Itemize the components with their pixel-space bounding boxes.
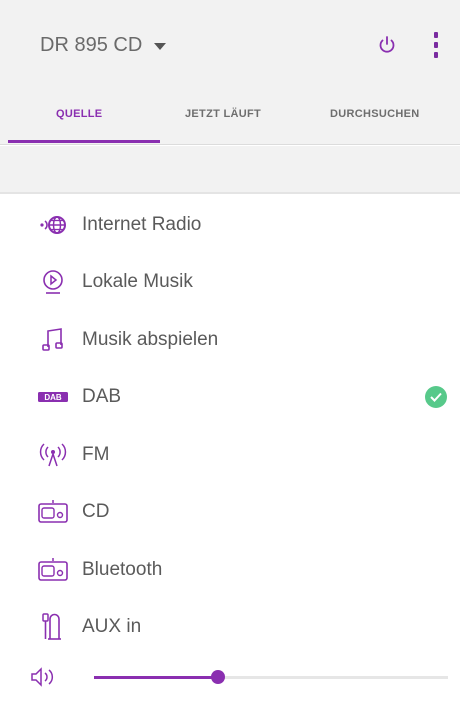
- power-button[interactable]: [375, 33, 399, 57]
- aux-in-icon: [38, 612, 68, 642]
- tab-durchsuchen[interactable]: DURCHSUCHEN: [330, 108, 419, 120]
- bluetooth-player-icon: [38, 555, 68, 585]
- volume-slider[interactable]: [94, 670, 448, 684]
- menu-dot: [434, 42, 438, 48]
- internet-radio-icon: [38, 210, 68, 240]
- power-icon: [379, 36, 395, 53]
- source-list: Internet Radio Lokale Musik Musik abspie…: [0, 196, 460, 656]
- source-label: Bluetooth: [82, 558, 163, 580]
- menu-dot: [434, 32, 438, 38]
- source-fm[interactable]: FM: [0, 426, 460, 484]
- dab-icon: DAB: [38, 382, 68, 412]
- source-label: CD: [82, 501, 110, 523]
- tab-quelle[interactable]: QUELLE: [56, 108, 102, 120]
- fm-icon: [38, 440, 68, 470]
- top-bar: DR 895 CD: [0, 0, 460, 90]
- device-selector[interactable]: DR 895 CD: [40, 34, 167, 57]
- tab-bar: QUELLE JETZT LÄUFT DURCHSUCHEN: [0, 90, 460, 145]
- header-spacer: [0, 146, 460, 194]
- device-name: DR 895 CD: [40, 34, 143, 56]
- source-musik-abspielen[interactable]: Musik abspielen: [0, 311, 460, 369]
- local-music-icon: [38, 267, 68, 297]
- volume-slider-fill: [94, 676, 218, 679]
- music-note-icon: [38, 325, 68, 355]
- source-label: FM: [82, 443, 110, 465]
- cd-player-icon: [38, 497, 68, 527]
- source-aux-in[interactable]: AUX in: [0, 599, 460, 657]
- tab-jetzt-laeuft[interactable]: JETZT LÄUFT: [185, 108, 261, 120]
- menu-dot: [434, 52, 438, 58]
- overflow-menu-button[interactable]: [428, 32, 444, 58]
- volume-icon: [31, 667, 54, 687]
- volume-slider-thumb[interactable]: [210, 670, 225, 684]
- source-label: AUX in: [82, 616, 142, 638]
- source-internet-radio[interactable]: Internet Radio: [0, 196, 460, 254]
- source-bluetooth[interactable]: Bluetooth: [0, 541, 460, 599]
- source-label: DAB: [82, 386, 122, 408]
- active-tab-indicator: [8, 140, 160, 143]
- source-lokale-musik[interactable]: Lokale Musik: [0, 254, 460, 312]
- chevron-down-icon: [154, 43, 167, 50]
- source-label: Musik abspielen: [82, 328, 219, 350]
- selected-check-icon: [425, 386, 447, 409]
- volume-control: [0, 650, 460, 700]
- source-cd[interactable]: CD: [0, 484, 460, 542]
- svg-text:DAB: DAB: [44, 393, 62, 402]
- source-label: Internet Radio: [82, 213, 202, 235]
- source-dab[interactable]: DAB DAB: [0, 369, 460, 427]
- source-label: Lokale Musik: [82, 271, 193, 293]
